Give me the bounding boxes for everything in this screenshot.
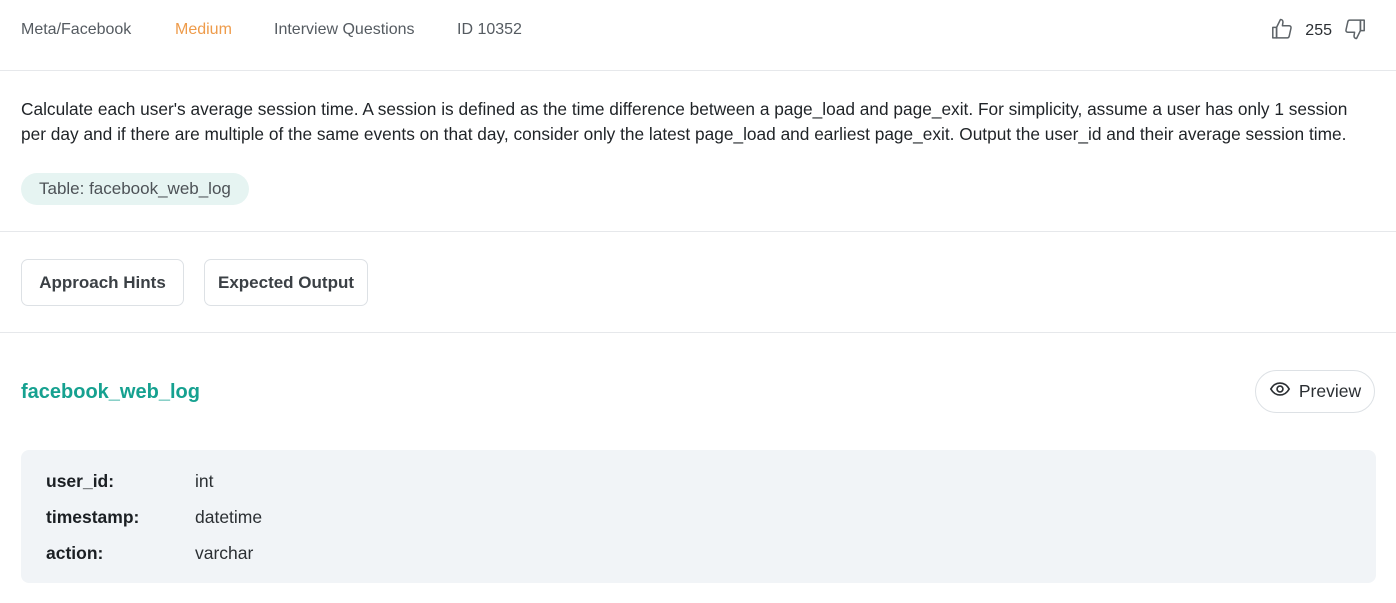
thumbs-up-icon[interactable] (1269, 16, 1295, 47)
schema-table: user_id: int timestamp: datetime action:… (21, 450, 1376, 583)
column-name: timestamp: (46, 507, 140, 527)
question-text: Calculate each user's average session ti… (21, 99, 1348, 144)
company-label[interactable]: Meta/Facebook (21, 20, 131, 40)
column-type: varchar (195, 543, 254, 563)
hints-bar: Approach Hints Expected Output (0, 232, 1396, 333)
column-type: datetime (195, 507, 263, 527)
schema-table-name: facebook_web_log (21, 381, 200, 403)
column-type: int (195, 471, 214, 491)
thumbs-down-icon[interactable] (1342, 16, 1368, 47)
question-header: Meta/Facebook Medium Interview Questions… (0, 0, 1396, 71)
question-id: ID 10352 (457, 21, 522, 38)
preview-label: Preview (1298, 381, 1362, 401)
expected-output-button[interactable]: Expected Output (204, 259, 368, 306)
approach-hints-button[interactable]: Approach Hints (21, 259, 184, 306)
vote-count: 255 (1305, 22, 1332, 39)
preview-button[interactable]: Preview (1255, 370, 1375, 413)
eye-icon (1269, 378, 1291, 405)
category-label[interactable]: Interview Questions (274, 20, 415, 40)
column-name: user_id: (46, 471, 115, 491)
column-name: action: (46, 543, 104, 563)
table-tag[interactable]: Table: facebook_web_log (21, 173, 249, 205)
vote-controls: 255 (1269, 17, 1368, 45)
question-description: Calculate each user's average session ti… (0, 71, 1396, 232)
difficulty-label: Medium (175, 21, 232, 38)
